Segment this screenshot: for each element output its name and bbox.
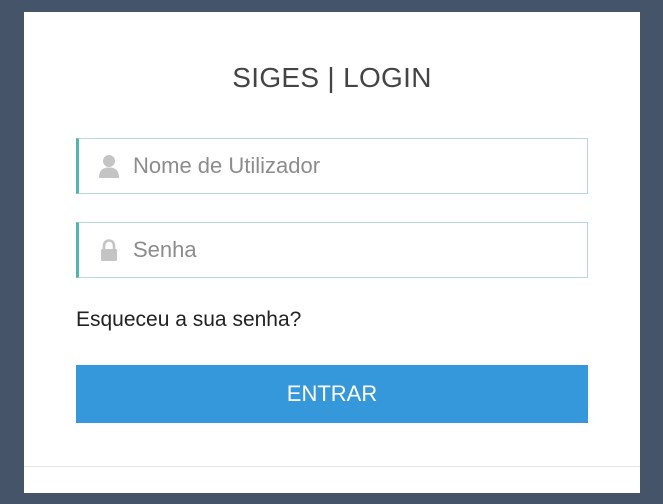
lock-icon [98,238,120,262]
login-card: SIGES | LOGIN Esqueceu a sua senha? ENTR… [24,12,640,493]
user-icon [98,154,120,178]
username-input[interactable] [133,153,573,179]
login-button[interactable]: ENTRAR [76,365,588,423]
password-input[interactable] [133,237,573,263]
card-divider [24,466,640,467]
forgot-password-link[interactable]: Esqueceu a sua senha? [76,308,301,332]
password-field[interactable] [76,222,588,278]
page-title: SIGES | LOGIN [232,62,432,93]
username-field[interactable] [76,138,588,194]
